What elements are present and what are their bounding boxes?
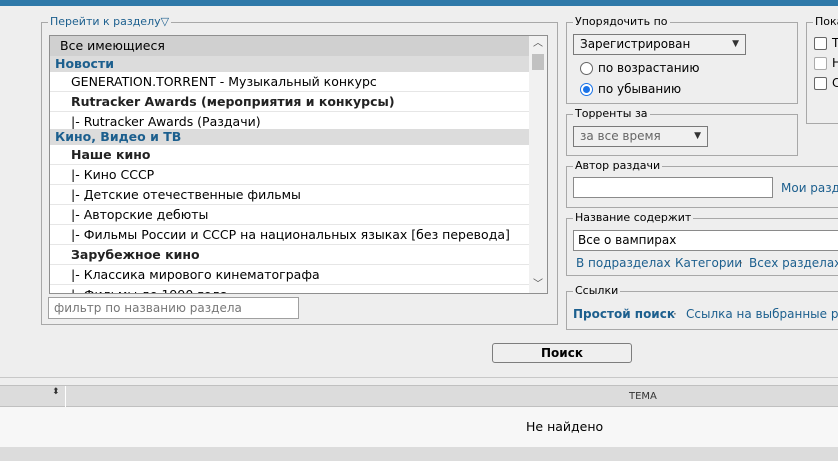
- my-releases-link[interactable]: Мои разда: [781, 181, 838, 195]
- sort-desc-label: по убыванию: [598, 82, 682, 96]
- forum-category-news[interactable]: Новости: [50, 56, 530, 72]
- forum-list-scrollbar[interactable]: ︿ ﹀: [529, 36, 547, 293]
- period-select-value: за все время: [580, 129, 661, 143]
- show-box: Пока: [806, 16, 838, 124]
- sort-legend: Упорядочить по: [575, 15, 668, 28]
- show-checkbox-1[interactable]: [814, 37, 827, 50]
- scroll-down-icon[interactable]: ﹀: [529, 277, 547, 293]
- scroll-thumb[interactable]: [532, 54, 544, 70]
- show-option-1: Т: [832, 36, 838, 50]
- forum-category-video[interactable]: Кино, Видео и ТВ: [50, 129, 530, 145]
- selected-sections-link[interactable]: Ссылка на выбранные разд: [686, 307, 838, 321]
- top-bar: [0, 0, 838, 6]
- forum-item[interactable]: |- Авторские дебюты: [50, 205, 530, 225]
- results-header: ⬍ ТЕМА: [0, 385, 838, 408]
- show-legend: Пока: [815, 15, 838, 28]
- column-topic-header[interactable]: ТЕМА: [629, 391, 657, 403]
- sort-select[interactable]: Зарегистрирован ▼: [573, 34, 746, 55]
- forum-item[interactable]: |- Фильмы до 1990 года: [50, 285, 530, 293]
- show-checkbox-3[interactable]: [814, 77, 827, 90]
- results-footer: [0, 447, 838, 461]
- period-legend: Торренты за: [575, 107, 648, 120]
- separator: ·: [739, 256, 743, 270]
- links-legend: Ссылки: [575, 284, 619, 297]
- empty-message: Не найдено: [526, 419, 604, 434]
- scroll-up-icon[interactable]: ︿: [529, 36, 547, 52]
- forum-item[interactable]: |- Классика мирового кинематографа: [50, 265, 530, 285]
- categories-link[interactable]: Категории: [675, 256, 742, 270]
- forum-item-all[interactable]: Все имеющиеся: [50, 36, 530, 56]
- empty-result-row: Не найдено: [0, 407, 838, 447]
- title-input[interactable]: Все о вампирах: [573, 230, 838, 251]
- forum-filter-input[interactable]: фильтр по названию раздела: [48, 297, 299, 319]
- show-option-2: Н: [832, 56, 838, 70]
- author-legend: Автор раздачи: [575, 159, 661, 172]
- forum-section-legend[interactable]: Перейти к разделу▽: [48, 16, 171, 28]
- title-legend: Название содержит: [575, 211, 692, 224]
- forum-item[interactable]: Наше кино: [50, 145, 530, 165]
- divider: [0, 377, 838, 378]
- sort-select-value: Зарегистрирован: [580, 37, 691, 51]
- sort-asc-label: по возрастанию: [598, 61, 700, 75]
- forum-list[interactable]: Все имеющиеся Новости GENERATION.TORRENT…: [49, 35, 548, 294]
- period-select[interactable]: за все время ▼: [573, 126, 708, 147]
- forum-item[interactable]: |- Фильмы России и СССР на национальных …: [50, 225, 530, 245]
- sort-desc-radio[interactable]: [580, 83, 593, 96]
- simple-search-link[interactable]: Простой поиск: [573, 307, 675, 321]
- forum-item[interactable]: Rutracker Awards (мероприятия и конкурсы…: [50, 92, 530, 112]
- forum-item[interactable]: GENERATION.TORRENT - Музыкальный конкурс: [50, 72, 530, 92]
- show-checkbox-2[interactable]: [814, 57, 827, 70]
- in-subforums-link[interactable]: В подразделах: [576, 256, 671, 270]
- sort-arrows-icon[interactable]: ⬍: [52, 388, 60, 397]
- forum-item[interactable]: |- Детские отечественные фильмы: [50, 185, 530, 205]
- sort-asc-radio[interactable]: [580, 62, 593, 75]
- author-input[interactable]: [573, 177, 773, 198]
- forum-item[interactable]: |- Кино СССР: [50, 165, 530, 185]
- show-option-3: С: [832, 76, 838, 90]
- all-sections-link[interactable]: Всех разделах: [749, 256, 838, 270]
- separator: ·: [673, 307, 677, 321]
- chevron-down-icon: ▼: [732, 39, 739, 49]
- separator: ·: [666, 256, 670, 270]
- column-divider: [65, 386, 66, 408]
- chevron-down-icon: ▼: [694, 131, 701, 141]
- forum-item[interactable]: Зарубежное кино: [50, 245, 530, 265]
- search-button[interactable]: Поиск: [492, 343, 632, 363]
